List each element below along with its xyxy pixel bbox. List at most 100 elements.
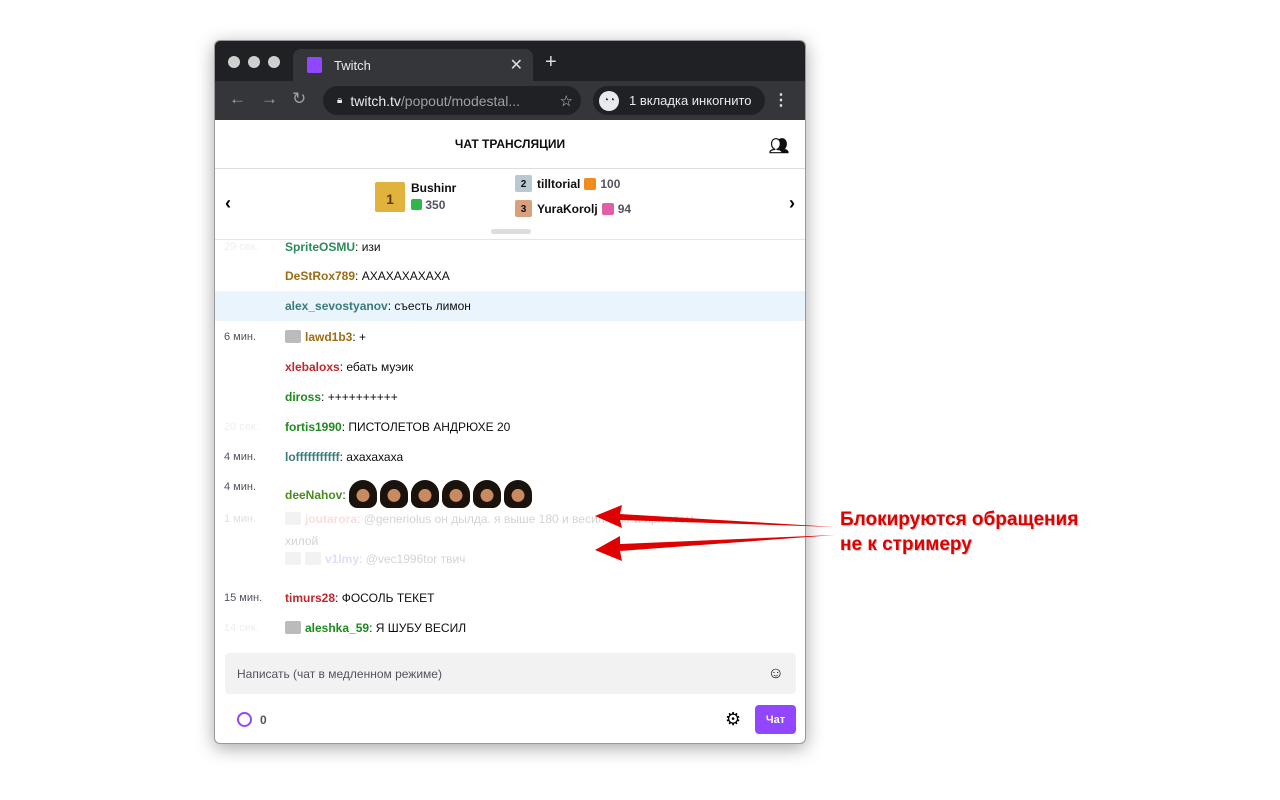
back-icon[interactable]: ← [229,89,246,109]
browser-tab[interactable]: Twitch ✕ [293,49,533,81]
new-tab-button[interactable]: + [545,51,557,74]
community-users-icon[interactable]: 👥︎ [769,136,789,156]
chat-messages: 29 сек. SpriteOSMU: изи DeStRox789: АХАХАХ… [215,240,805,650]
leaderboard-next-button[interactable]: › [789,193,795,214]
bookmark-star-icon[interactable]: ☆ [560,92,573,110]
message-body: lawd1b3: + [285,330,366,344]
annotation-line: Блокируются обращения [840,509,1079,530]
chat-message[interactable]: 4 мин. deeNahov: [215,472,805,508]
tab-bar: Twitch ✕ + [215,41,805,81]
chat-message[interactable]: 20 сек. fortis1990: ПИСТОЛЕТОВ АНДРЮХЕ 20 [215,412,805,442]
message-body: fortis1990: ПИСТОЛЕТОВ АНДРЮХЕ 20 [285,420,511,434]
rank-1-gift-icon: 1 [375,181,405,212]
incognito-label: 1 вкладка инкогнито [629,93,752,108]
message-username[interactable]: DeStRox789 [285,269,355,283]
leaderboard-count: 350 [425,198,446,212]
subscriber-badge-icon [285,512,301,525]
send-chat-button[interactable]: Чат [755,705,796,734]
message-username[interactable]: xlebaloxs [285,360,340,374]
chat-footer: 0 ⚙ Чат [215,705,805,735]
message-username[interactable]: joutarora [305,512,357,526]
leaderboard-name: Bushinr [411,181,457,195]
gift-icon [601,202,614,215]
message-text: ФОСОЛЬ ТЕКЕТ [341,591,435,605]
rank-2-gift-icon: 2 [515,175,532,192]
message-body: xlebaloxs: ебать муэик [285,360,414,374]
chat-message[interactable]: DeStRox789: АХАХАХАХАХА [215,261,805,291]
message-username[interactable]: SpriteOSMU [285,240,355,254]
url-path: /popout/modestal... [400,92,520,109]
more-menu-icon[interactable]: ⋮ [773,90,789,110]
channel-points-button[interactable]: 0 [237,712,267,727]
chat-message[interactable]: diross: ++++++++++ [215,382,805,412]
address-bar[interactable]: 🔒︎ twitch.tv/popout/modestal... ☆ [323,86,581,115]
tab-title: Twitch [334,57,371,73]
chat-message[interactable]: 6 мин. lawd1b3: + [215,322,805,352]
close-tab-icon[interactable]: ✕ [510,55,523,75]
chat-message[interactable]: xlebaloxs: ебать муэик [215,352,805,382]
message-username[interactable]: lawd1b3 [305,330,352,344]
chat-settings-gear-icon[interactable]: ⚙ [725,709,741,730]
message-body: alex_sevostyanov: съесть лимон [285,299,471,313]
message-username[interactable]: fortis1990 [285,420,342,434]
message-username[interactable]: deeNahov [285,488,342,502]
message-timestamp: 4 мин. [224,481,257,493]
forward-icon[interactable]: → [261,89,278,109]
message-username[interactable]: v1lmy [325,552,359,566]
chat-message[interactable]: 14 сек. aleshka_59: Я ШУБУ ВЕСИЛ [215,613,805,643]
url-host: twitch.tv [350,92,401,109]
message-timestamp: 4 мин. [224,451,257,463]
channel-points-count: 0 [260,712,267,727]
leaderboard-prev-button[interactable]: ‹ [225,193,231,214]
annotation-note: Блокируются обращения не к стримеру [840,507,1078,557]
message-timestamp: 14 сек. [224,622,259,634]
maximize-window-button[interactable] [268,56,280,68]
leaderboard-name: YuraKorolj [537,201,598,216]
message-username[interactable]: lofffffffffff [285,450,340,464]
chat-message[interactable]: alex_sevostyanov: съесть лимон [215,291,805,321]
message-text: Я ШУБУ ВЕСИЛ [375,621,467,635]
message-text: ебать муэик [346,360,414,374]
badge-icon [305,552,321,565]
message-timestamp: 29 сек. [224,241,259,253]
message-timestamp: 15 мин. [224,592,263,604]
annotation-line: не к стримеру [840,534,972,555]
browser-window: Twitch ✕ + ← → ↻ 🔒︎ twitch.tv/popout/mod… [214,40,806,744]
message-username[interactable]: diross [285,390,321,404]
chat-message[interactable]: 4 мин. lofffffffffff: ахахахаха [215,442,805,472]
subscriber-badge-icon [285,330,301,343]
leaderboard-entry: 3 YuraKorolj 94 [515,200,631,217]
channel-points-icon [237,712,252,727]
chat-message[interactable]: v1lmy: @vec1996tor твич [215,544,805,574]
message-body: diross: ++++++++++ [285,390,398,404]
message-body: lofffffffffff: ахахахаха [285,450,404,464]
message-body: v1lmy: @vec1996tor твич [285,552,465,566]
message-body: SpriteOSMU: изи [285,240,381,254]
message-text: ПИСТОЛЕТОВ АНДРЮХЕ 20 [348,420,511,434]
leaderboard-count: 94 [617,201,632,216]
chat-title: ЧАТ ТРАНСЛЯЦИИ [454,137,566,151]
message-username[interactable]: aleshka_59 [305,621,369,635]
message-body: aleshka_59: Я ШУБУ ВЕСИЛ [285,621,466,635]
message-text: + [359,330,367,344]
chat-message[interactable]: 29 сек. SpriteOSMU: изи [215,232,805,262]
chat-input[interactable]: Написать (чат в медленном режиме) ☺ [225,653,796,694]
message-text: изи [361,240,381,254]
emote-picker-icon[interactable]: ☺ [768,665,784,683]
subscriber-badge-icon [285,621,301,634]
chat-input-placeholder: Написать (чат в медленном режиме) [237,666,442,681]
message-username[interactable]: alex_sevostyanov [285,299,388,313]
message-text: @vec1996tor твич [365,552,466,566]
minimize-window-button[interactable] [248,56,260,68]
message-body: timurs28: ФОСОЛЬ ТЕКЕТ [285,591,435,605]
incognito-icon: ◔◔ [599,90,619,111]
message-username[interactable]: timurs28 [285,591,335,605]
leaderboard-entry: 2 tilltorial 100 [515,175,620,192]
message-body: DeStRox789: АХАХАХАХАХА [285,269,450,283]
close-window-button[interactable] [228,56,240,68]
message-text: съесть лимон [394,299,471,313]
lock-icon: 🔒︎ [337,95,343,106]
reload-icon[interactable]: ↻ [292,89,306,109]
incognito-button[interactable]: ◔◔ 1 вкладка инкогнито [593,86,765,115]
chat-message[interactable]: 15 мин. timurs28: ФОСОЛЬ ТЕКЕТ [215,583,805,613]
